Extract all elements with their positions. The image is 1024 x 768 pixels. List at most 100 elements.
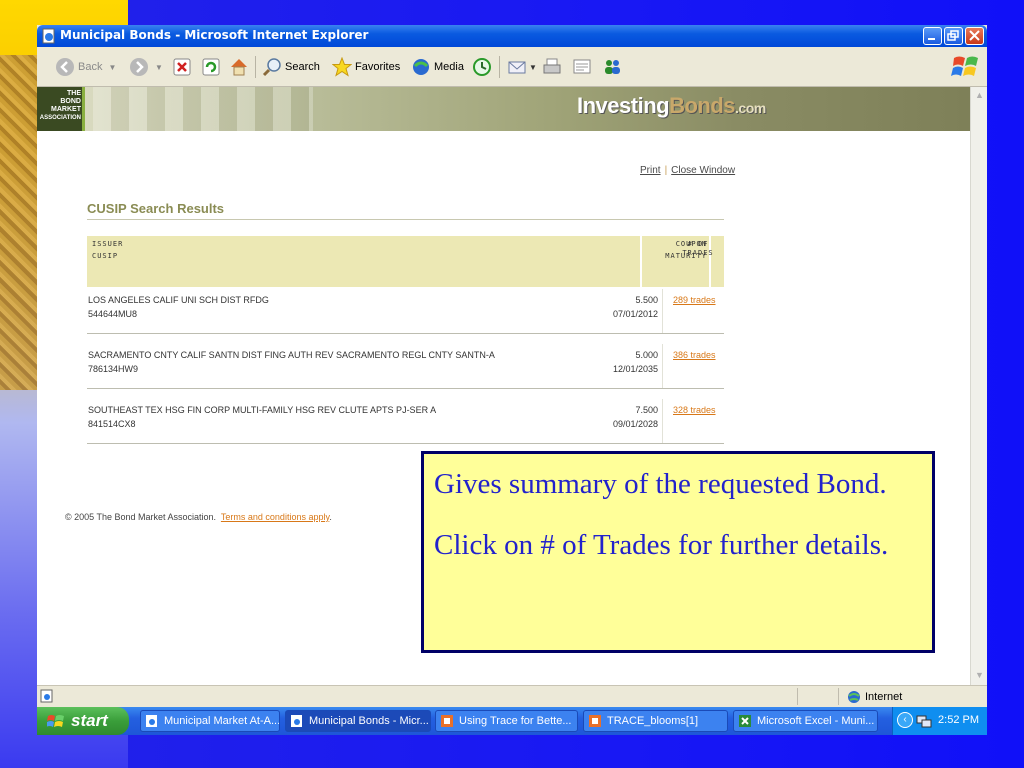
print-link[interactable]: Print (640, 165, 661, 176)
table-row: SACRAMENTO CNTY CALIF SANTN DIST FING AU… (87, 344, 724, 399)
excel-icon (739, 715, 751, 727)
minimize-button[interactable] (923, 27, 942, 45)
copyright-text: © 2005 The Bond Market Association. (65, 512, 217, 522)
back-label: Back (78, 61, 103, 73)
network-icon[interactable] (916, 713, 932, 729)
header-trades-line2: TRADES (682, 249, 714, 257)
bond-market-association-logo: THE BOND MARKET ASSOCIATION (37, 87, 85, 131)
trades-link[interactable]: 289 trades (673, 293, 716, 307)
results-table-header: ISSUER CUSIP COUPON MATURITY (87, 236, 724, 287)
cusip-value: 786134HW9 (88, 364, 139, 374)
security-zone: Internet (847, 690, 902, 704)
header-cusip: CUSIP (92, 252, 119, 260)
scroll-down-icon[interactable]: ▼ (973, 669, 986, 682)
issuer-cell: SACRAMENTO CNTY CALIF SANTN DIST FING AU… (88, 348, 495, 376)
issuer-cell: LOS ANGELES CALIF UNI SCH DIST RFDG 54464… (88, 293, 269, 321)
toolbar-separator (499, 56, 500, 78)
back-dropdown-icon[interactable]: ▼ (108, 63, 116, 72)
messenger-people-icon (605, 60, 620, 74)
ie-page-icon (146, 715, 157, 727)
favorites-button[interactable]: Favorites (332, 55, 400, 79)
history-button[interactable] (472, 55, 492, 79)
taskbar-item[interactable]: Microsoft Excel - Muni... (733, 710, 878, 732)
forward-button[interactable]: ▼ (129, 55, 163, 79)
mail-dropdown-icon[interactable]: ▼ (529, 63, 537, 72)
show-hidden-icons-chevron-icon[interactable]: ‹ (897, 712, 913, 728)
title-bar[interactable]: Municipal Bonds - Microsoft Internet Exp… (37, 25, 987, 47)
coupon-value: 5.500 (635, 295, 658, 305)
standard-toolbar: Back ▼ ▼ Search Favorites Media ▼ (37, 47, 987, 87)
status-panes (797, 688, 839, 705)
stop-button[interactable] (173, 55, 191, 79)
mail-button[interactable]: ▼ (507, 55, 537, 79)
maturity-value: 12/01/2035 (612, 364, 658, 374)
title-rule (87, 219, 724, 220)
taskbar-item[interactable]: Municipal Bonds - Micr... (285, 710, 431, 732)
utility-links: Print | Close Window (640, 165, 735, 176)
internet-globe-icon (848, 691, 860, 703)
issuer-name: LOS ANGELES CALIF UNI SCH DIST RFDG (88, 295, 269, 305)
taskbar-item-label: Microsoft Excel - Muni... (757, 715, 875, 727)
logo-accent-bar (82, 87, 85, 131)
issuer-cell: SOUTHEAST TEX HSG FIN CORP MULTI-FAMILY … (88, 403, 436, 431)
coupon-cell: 5.500 07/01/2012 (613, 293, 658, 321)
brand-main: Investing (577, 93, 670, 118)
forward-dropdown-icon[interactable]: ▼ (155, 63, 163, 72)
system-tray: ‹ 2:52 PM (892, 707, 987, 735)
maturity-value: 09/01/2028 (612, 419, 658, 429)
print-toolbar-button[interactable] (542, 55, 562, 79)
taskbar-item[interactable]: Using Trace for Bette... (435, 710, 578, 732)
issuer-name: SOUTHEAST TEX HSG FIN CORP MULTI-FAMILY … (88, 405, 437, 415)
column-divider (662, 344, 663, 388)
start-button[interactable]: start (37, 707, 129, 735)
favorites-star-icon (332, 57, 352, 77)
annotation-callout: Gives summary of the requested Bond. Cli… (421, 451, 935, 653)
messenger-button[interactable] (602, 55, 624, 79)
home-icon (231, 59, 247, 76)
trades-link[interactable]: 328 trades (673, 403, 716, 417)
ie-page-icon (42, 28, 55, 44)
page-footer: © 2005 The Bond Market Association. Term… (65, 512, 332, 522)
callout-summary-text: Gives summary of the requested Bond. (434, 468, 887, 500)
windows-logo-icon (951, 56, 978, 76)
back-button[interactable]: Back ▼ (55, 55, 116, 79)
media-label: Media (434, 61, 464, 73)
terms-link[interactable]: Terms and conditions apply (221, 512, 329, 522)
media-button[interactable]: Media (411, 55, 464, 79)
site-banner: THE BOND MARKET ASSOCIATION InvestingBon… (37, 87, 970, 131)
windows-flag-icon (47, 715, 64, 727)
link-separator: | (664, 165, 668, 176)
clock[interactable]: 2:52 PM (938, 714, 979, 726)
trades-link[interactable]: 386 trades (673, 348, 716, 362)
taskbar-item[interactable]: Municipal Market At-A... (140, 710, 280, 732)
toolbar-separator (255, 56, 256, 78)
row-rule (87, 443, 724, 444)
banner-pattern (93, 87, 313, 131)
taskbar-item[interactable]: TRACE_blooms[1] (583, 710, 728, 732)
investingbonds-logo: InvestingBonds.com (577, 93, 766, 119)
forward-arrow-icon (130, 58, 148, 76)
results-title: CUSIP Search Results (87, 201, 225, 216)
issuer-name: SACRAMENTO CNTY CALIF SANTN DIST FING AU… (88, 350, 495, 360)
stop-icon (173, 58, 191, 76)
scroll-up-icon[interactable]: ▲ (973, 89, 986, 102)
media-icon (413, 59, 429, 75)
edit-button[interactable] (572, 55, 592, 79)
coupon-value: 7.500 (635, 405, 658, 415)
close-window-link[interactable]: Close Window (671, 165, 735, 176)
search-button[interactable]: Search (262, 55, 320, 79)
table-row: SOUTHEAST TEX HSG FIN CORP MULTI-FAMILY … (87, 399, 724, 454)
search-icon (262, 58, 281, 77)
windows-taskbar: start Municipal Market At-A... Municipal… (37, 707, 987, 735)
home-button[interactable] (229, 55, 249, 79)
row-rule (87, 388, 724, 389)
close-button[interactable] (965, 27, 984, 45)
vertical-scrollbar[interactable]: ▲ ▼ (970, 87, 987, 685)
logo-line: ASSOCIATION (39, 115, 81, 121)
printer-icon (543, 58, 561, 74)
refresh-button[interactable] (202, 55, 220, 79)
window-title: Municipal Bonds - Microsoft Internet Exp… (60, 28, 369, 42)
taskbar-item-label: Municipal Bonds - Micr... (309, 715, 429, 727)
taskbar-item-label: Municipal Market At-A... (164, 715, 280, 727)
restore-button[interactable] (944, 27, 963, 45)
